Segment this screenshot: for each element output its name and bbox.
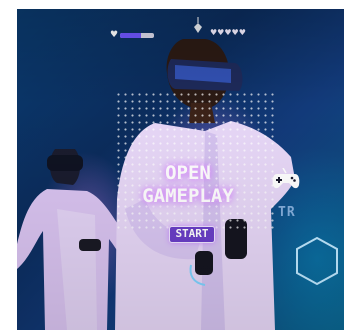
hexagon-icon xyxy=(296,236,338,286)
gamepad-icon xyxy=(272,168,300,189)
health-bar-fill xyxy=(120,33,142,38)
crystal-icon xyxy=(194,17,202,33)
lives-counter: ♥♥♥♥♥ xyxy=(210,28,246,37)
start-button[interactable]: START xyxy=(169,226,215,243)
dot-pattern-overlay xyxy=(115,91,275,231)
health-meter: ♥ xyxy=(110,30,155,40)
health-bar xyxy=(120,33,155,38)
game-screen: TR ♥ ♥♥♥♥♥ OPEN GAMEPLAY START xyxy=(17,9,344,330)
title-line-2: GAMEPLAY xyxy=(142,185,234,207)
background-sign: TR xyxy=(278,205,296,220)
title-line-1: OPEN xyxy=(165,162,211,184)
heart-icon: ♥ xyxy=(110,30,119,40)
game-title: OPEN GAMEPLAY xyxy=(113,162,263,208)
